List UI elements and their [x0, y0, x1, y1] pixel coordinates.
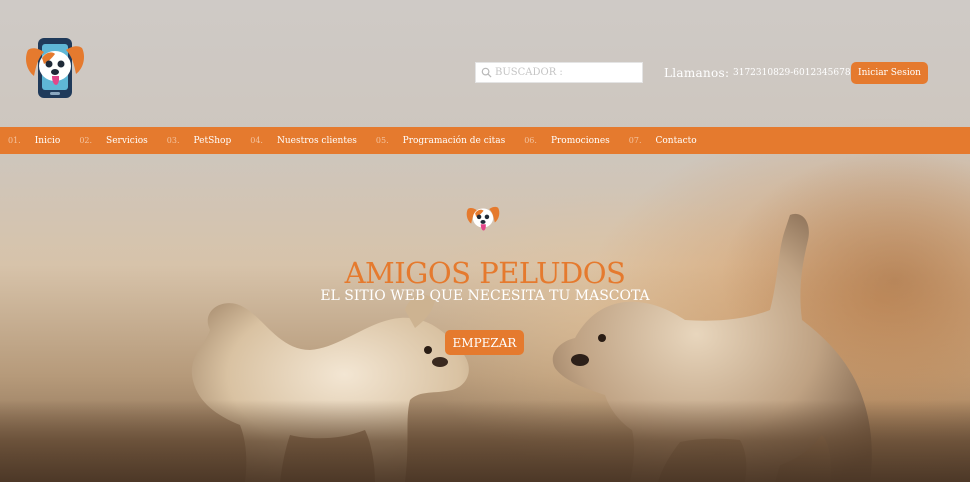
call-label: Llamanos: — [664, 66, 730, 80]
nav-item-number: 02. — [79, 136, 93, 145]
search-input[interactable] — [492, 67, 640, 78]
nav-item-citas[interactable]: 05. Programación de citas — [376, 136, 505, 146]
nav-item-contacto[interactable]: 07. Contacto — [629, 136, 697, 146]
search-box[interactable] — [475, 62, 643, 83]
nav-item-inicio[interactable]: 01. Inicio — [8, 136, 60, 146]
nav-item-label: Contacto — [655, 135, 697, 146]
main-nav: 01. Inicio 02. Servicios 03. PetShop 04.… — [0, 127, 970, 154]
nav-item-servicios[interactable]: 02. Servicios — [79, 136, 147, 146]
nav-item-label: Nuestros clientes — [276, 135, 357, 146]
phone-numbers: 3172310829-6012345678 — [733, 68, 851, 78]
nav-item-number: 06. — [524, 136, 537, 145]
nav-item-petshop[interactable]: 03. PetShop — [167, 136, 231, 146]
dog-phone-logo-icon[interactable] — [22, 36, 88, 100]
login-button[interactable]: Iniciar Sesion — [851, 62, 928, 84]
nav-item-label: Inicio — [34, 135, 61, 146]
nav-item-number: 04. — [250, 136, 263, 145]
hero-subtitle: EL SITIO WEB QUE NECESITA TU MASCOTA — [320, 288, 650, 304]
search-icon — [481, 67, 492, 78]
nav-item-label: Servicios — [106, 135, 148, 146]
nav-item-label: Programación de citas — [402, 135, 506, 146]
nav-item-number: 05. — [375, 136, 389, 145]
start-button[interactable]: EMPEZAR — [445, 330, 524, 355]
sand-ground — [0, 400, 970, 482]
hero-title: AMIGOS PELUDOS — [344, 256, 626, 290]
nav-item-clientes[interactable]: 04. Nuestros clientes — [250, 136, 357, 146]
nav-item-label: Promociones — [550, 135, 610, 146]
nav-item-number: 03. — [166, 136, 180, 145]
nav-item-label: PetShop — [193, 135, 232, 146]
nav-item-number: 01. — [8, 136, 21, 145]
nav-item-promociones[interactable]: 06. Promociones — [524, 136, 610, 146]
hero-dog-logo-icon — [466, 206, 500, 231]
nav-item-number: 07. — [628, 136, 642, 145]
